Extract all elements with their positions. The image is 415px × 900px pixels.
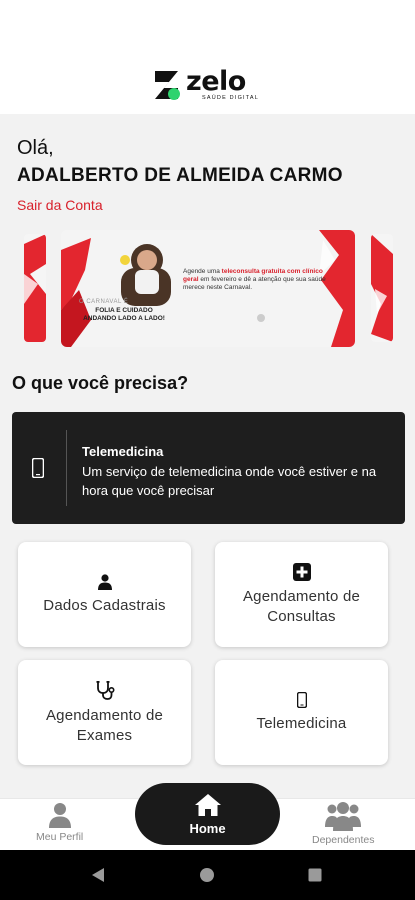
tile-label: Agendamento de Consultas — [242, 587, 361, 625]
zelo-logo-mark-icon — [155, 71, 180, 100]
banner-carousel[interactable]: O CARNAVAL É FOLIA E CUIDADO ANDANDO LAD… — [0, 230, 415, 347]
nav-home-button[interactable]: Home — [135, 783, 280, 845]
brand-name: zelo — [186, 65, 246, 97]
banner-description: Agende uma teleconsulta gratuita com clí… — [183, 268, 326, 291]
zelo-logo: zelo SAÚDE DIGITAL — [152, 68, 259, 102]
plus-square-icon — [292, 562, 311, 581]
telemedicine-featured-card[interactable]: Telemedicina Um serviço de telemedicina … — [12, 412, 405, 524]
tile-label: Dados Cadastrais — [43, 596, 166, 614]
card-divider — [66, 430, 67, 506]
banner-headline: FOLIA E CUIDADO ANDANDO LADO A LADO! — [83, 307, 165, 322]
brand-tagline: SAÚDE DIGITAL — [202, 94, 260, 101]
carousel-slide-next[interactable] — [371, 234, 393, 342]
tile-label: Agendamento de Exames — [45, 706, 164, 744]
tile-agendamento-consultas[interactable]: Agendamento de Consultas — [215, 542, 388, 647]
tile-telemedicina[interactable]: Telemedicina — [215, 660, 388, 765]
home-icon — [194, 793, 221, 816]
banner-small-heading: O CARNAVAL É — [79, 299, 129, 305]
tile-dados-cadastrais[interactable]: Dados Cadastrais — [18, 542, 191, 647]
carousel-slide-previous[interactable] — [24, 234, 46, 342]
person-icon — [97, 573, 112, 590]
smartphone-icon — [32, 458, 44, 478]
android-system-bar — [0, 850, 415, 900]
logout-link[interactable]: Sair da Conta — [17, 197, 103, 213]
app-header: zelo SAÚDE DIGITAL — [0, 0, 415, 114]
user-full-name: ADALBERTO DE ALMEIDA CARMO — [17, 165, 343, 186]
tile-label: Telemedicina — [256, 714, 347, 732]
stethoscope-icon — [96, 680, 115, 700]
nav-label: Dependentes — [312, 834, 375, 846]
smartphone-icon — [296, 691, 307, 708]
home-circle-icon[interactable] — [199, 867, 215, 883]
recents-square-icon[interactable] — [307, 867, 323, 883]
nav-label: Meu Perfil — [36, 831, 84, 843]
services-section-title: O que você precisa? — [12, 373, 189, 393]
group-users-icon — [325, 802, 362, 831]
ribbon-decoration-icon — [24, 234, 46, 342]
nav-dependentes[interactable]: Dependentes — [312, 801, 374, 846]
ribbon-decoration-icon — [371, 234, 393, 342]
nav-home-label: Home — [189, 820, 226, 836]
telemedicine-card-description: Um serviço de telemedicina onde você est… — [82, 464, 377, 498]
carousel-slide-current[interactable]: O CARNAVAL É FOLIA E CUIDADO ANDANDO LAD… — [61, 230, 355, 347]
tile-agendamento-exames[interactable]: Agendamento de Exames — [18, 660, 191, 765]
nav-meu-perfil[interactable]: Meu Perfil — [36, 802, 83, 843]
back-triangle-icon[interactable] — [90, 867, 106, 883]
user-profile-icon — [48, 803, 71, 828]
greeting-text: Olá, — [17, 137, 54, 159]
telemedicine-card-title: Telemedicina — [82, 444, 164, 459]
